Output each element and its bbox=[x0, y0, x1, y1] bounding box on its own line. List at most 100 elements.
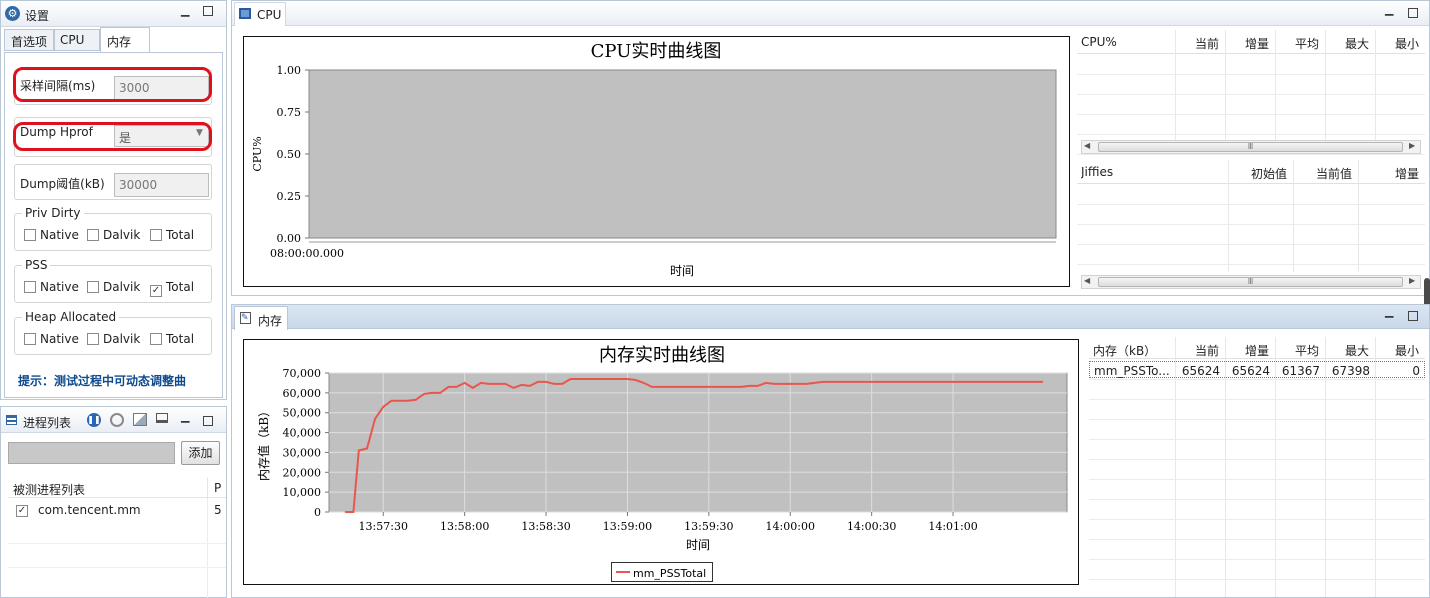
device-icon[interactable] bbox=[156, 413, 168, 423]
minimize-icon[interactable]: ▁ bbox=[1385, 305, 1393, 318]
column-header[interactable]: 平均 bbox=[1279, 342, 1319, 359]
checkbox-dalvik[interactable]: Dalvik bbox=[87, 332, 140, 348]
data-point bbox=[344, 511, 346, 513]
data-point bbox=[390, 400, 392, 402]
scroll-right-icon[interactable]: ▶ bbox=[1409, 276, 1415, 285]
checkbox-box[interactable] bbox=[87, 333, 99, 345]
checkbox-box[interactable] bbox=[24, 281, 36, 293]
table-row[interactable]: ✓ com.tencent.mm 5 bbox=[8, 499, 226, 521]
data-point bbox=[455, 386, 458, 388]
tab-cpu[interactable]: CPU bbox=[54, 29, 100, 51]
checkbox-box[interactable] bbox=[24, 229, 36, 241]
cpu-table1-scrollbar[interactable]: ◀ Ⅲ ▶ bbox=[1081, 140, 1421, 154]
row-line bbox=[1077, 74, 1425, 75]
checkbox-dalvik[interactable]: Dalvik bbox=[87, 280, 140, 296]
x-tick-label: 14:00:30 bbox=[847, 520, 896, 533]
checkbox-label: Native bbox=[40, 280, 79, 294]
data-point bbox=[1017, 381, 1019, 383]
maximize-icon[interactable] bbox=[203, 6, 213, 16]
checkbox-native[interactable]: Native bbox=[24, 228, 79, 244]
checkbox-box[interactable] bbox=[87, 281, 99, 293]
column-header[interactable]: 当前 bbox=[1179, 35, 1219, 52]
scroll-thumb[interactable]: Ⅲ bbox=[1098, 142, 1403, 152]
minimize-icon[interactable]: ▁ bbox=[1385, 3, 1393, 16]
checkbox-box[interactable] bbox=[87, 229, 99, 241]
column-header[interactable]: 当前值 bbox=[1297, 165, 1352, 182]
column-header[interactable]: 增量 bbox=[1362, 165, 1419, 182]
column-header[interactable]: P bbox=[214, 481, 221, 495]
process-checkbox[interactable]: ✓ bbox=[16, 505, 28, 517]
tab-preferences[interactable]: 首选项 bbox=[4, 29, 54, 51]
column-header[interactable]: 最大 bbox=[1329, 35, 1369, 52]
column-divider bbox=[207, 478, 208, 498]
add-button[interactable]: 添加 bbox=[181, 441, 220, 465]
column-header[interactable]: 增量 bbox=[1229, 35, 1269, 52]
dump-threshold-input[interactable]: 30000 bbox=[114, 173, 209, 197]
maximize-icon[interactable] bbox=[1408, 311, 1418, 321]
pause-icon[interactable]: ❚❚ bbox=[87, 413, 101, 427]
maximize-icon[interactable] bbox=[1408, 8, 1418, 18]
chart-title: CPU实时曲线图 bbox=[591, 41, 722, 62]
process-input[interactable] bbox=[8, 442, 175, 464]
scroll-left-icon[interactable]: ◀ bbox=[1084, 141, 1090, 150]
data-point bbox=[781, 383, 783, 385]
checkbox-label: Total bbox=[166, 280, 195, 294]
jiffies-table-scrollbar[interactable]: ◀ Ⅲ ▶ bbox=[1081, 275, 1421, 289]
checkbox-native[interactable]: Native bbox=[24, 332, 79, 348]
data-point bbox=[480, 382, 482, 384]
minimize-icon[interactable]: ▁ bbox=[181, 410, 189, 423]
scroll-thumb[interactable]: Ⅲ bbox=[1098, 277, 1403, 287]
checkbox-total[interactable]: Total bbox=[150, 228, 194, 244]
data-point bbox=[976, 381, 979, 383]
process-title: 进程列表 bbox=[23, 416, 72, 430]
data-point bbox=[423, 393, 425, 395]
process-p: 5 bbox=[214, 503, 222, 517]
checkbox-box[interactable] bbox=[150, 229, 162, 241]
scroll-right-icon[interactable]: ▶ bbox=[1409, 141, 1415, 150]
memory-tab[interactable]: ✎ 内存 bbox=[234, 306, 288, 330]
group-title: Heap Allocated bbox=[22, 310, 120, 324]
checkbox-box[interactable] bbox=[150, 333, 162, 345]
data-point bbox=[692, 386, 694, 388]
row-line bbox=[1089, 579, 1425, 580]
memory-table: 内存（kB） 当前 增量 平均 最大 最小 mm_PSSTo... 65624 65624 61… bbox=[1089, 337, 1425, 597]
checkbox-total[interactable]: ✓ Total bbox=[150, 280, 195, 297]
column-header[interactable]: 当前 bbox=[1179, 342, 1219, 359]
table-row[interactable]: mm_PSSTo... 65624 65624 61367 67398 0 bbox=[1089, 361, 1425, 378]
maximize-icon[interactable] bbox=[203, 416, 213, 426]
checkbox-native[interactable]: Native bbox=[24, 280, 79, 296]
column-header[interactable]: 最小 bbox=[1379, 342, 1419, 359]
data-point bbox=[822, 381, 824, 383]
checkbox-dalvik[interactable]: Dalvik bbox=[87, 228, 140, 244]
column-header[interactable]: 初始值 bbox=[1232, 165, 1287, 182]
refresh-icon[interactable] bbox=[110, 413, 124, 427]
checkbox-box[interactable] bbox=[24, 333, 36, 345]
table-cell: mm_PSSTo... bbox=[1094, 364, 1170, 378]
table-cell: 0 bbox=[1412, 364, 1420, 378]
memory-tab-label: 内存 bbox=[258, 314, 283, 328]
table-cell: 67398 bbox=[1331, 364, 1370, 378]
column-header[interactable]: 平均 bbox=[1279, 35, 1319, 52]
scroll-left-icon[interactable]: ◀ bbox=[1084, 276, 1090, 285]
list-icon bbox=[6, 415, 17, 425]
column-header[interactable]: 最大 bbox=[1329, 342, 1369, 359]
image-icon[interactable] bbox=[133, 413, 147, 426]
checkbox-total[interactable]: Total bbox=[150, 332, 194, 348]
cpu-tab[interactable]: CPU bbox=[234, 2, 286, 26]
column-header[interactable]: CPU% bbox=[1081, 35, 1169, 49]
minimize-icon[interactable]: ▁ bbox=[181, 4, 189, 17]
column-header[interactable]: 最小 bbox=[1379, 35, 1419, 52]
column-header[interactable]: 内存（kB） bbox=[1093, 342, 1169, 359]
data-point bbox=[1042, 381, 1044, 383]
data-point bbox=[635, 379, 637, 381]
cpu-tab-label: CPU bbox=[257, 8, 282, 22]
tab-memory[interactable]: 内存 bbox=[100, 27, 150, 53]
column-header[interactable]: 被测进程列表 bbox=[13, 481, 85, 498]
column-header[interactable]: Jiffies bbox=[1081, 165, 1222, 179]
checkbox-box[interactable]: ✓ bbox=[150, 285, 162, 297]
data-point bbox=[578, 378, 580, 380]
row-line bbox=[1089, 399, 1425, 400]
tab-label: 内存 bbox=[107, 35, 132, 49]
checkbox-label: Native bbox=[40, 228, 79, 242]
column-header[interactable]: 增量 bbox=[1229, 342, 1269, 359]
